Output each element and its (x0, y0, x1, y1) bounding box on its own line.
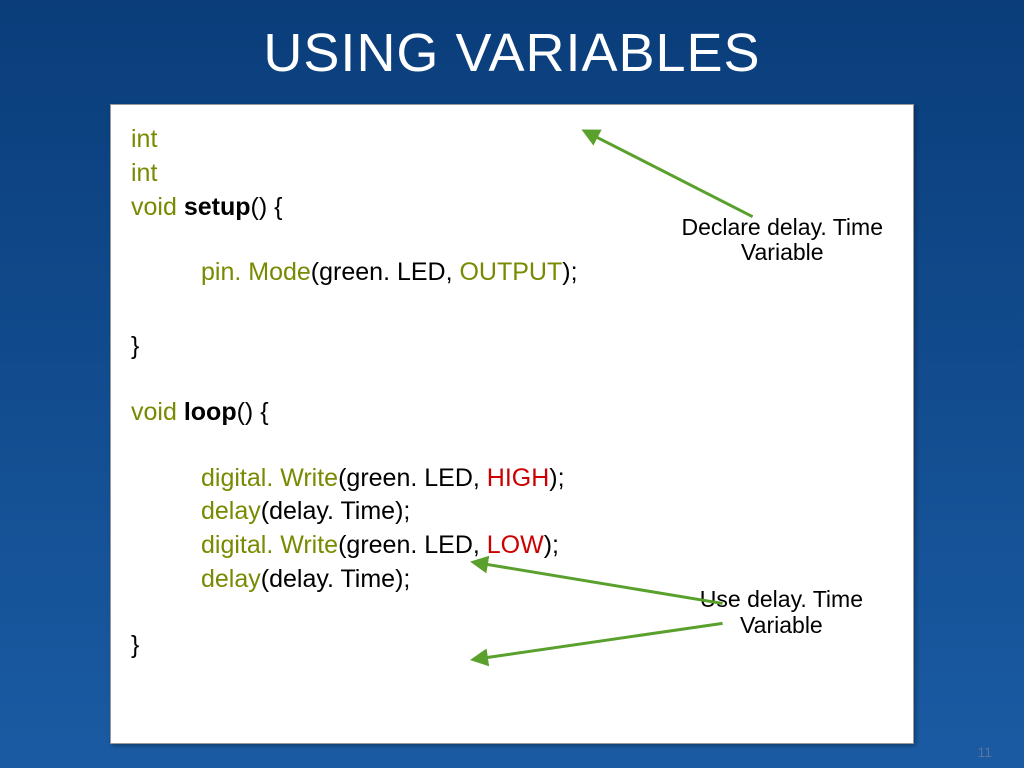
keyword-void: void (131, 398, 177, 426)
code-brace-close-1: } (131, 330, 893, 364)
arg-delaytime: (delay. Time); (261, 497, 411, 525)
close: ); (544, 531, 559, 559)
func-setup: setup (184, 193, 251, 221)
code-line-dw-high: digital. Write(green. LED, HIGH); (131, 462, 893, 496)
func-delay: delay (201, 565, 261, 593)
arg-greenled: (green. LED, (338, 531, 487, 559)
func-digitalwrite: digital. Write (201, 464, 338, 492)
arg-greenled: (green. LED, (311, 258, 460, 286)
close: ); (549, 464, 564, 492)
keyword-void: void (131, 193, 177, 221)
code-panel: int int void setup() { pin. Mode(green. … (110, 104, 914, 744)
func-delay: delay (201, 497, 261, 525)
code-line-2: int (131, 157, 893, 191)
close: ); (562, 258, 577, 286)
func-digitalwrite: digital. Write (201, 531, 338, 559)
keyword-int: int (131, 159, 157, 187)
func-loop: loop (184, 398, 237, 426)
annotation-use: Use delay. TimeVariable (700, 587, 863, 638)
arg-delaytime: (delay. Time); (261, 565, 411, 593)
code-line-dw-low: digital. Write(green. LED, LOW); (131, 529, 893, 563)
const-high: HIGH (487, 464, 550, 492)
parens: () { (251, 193, 283, 221)
annotation-declare: Declare delay. TimeVariable (681, 215, 883, 266)
keyword-int: int (131, 125, 157, 153)
page-number: 11 (977, 744, 992, 760)
code-line-delay-1: delay(delay. Time); (131, 495, 893, 529)
code-line-loop: void loop() { (131, 396, 893, 430)
brace: } (131, 332, 139, 360)
func-pinmode: pin. Mode (201, 258, 311, 286)
const-output: OUTPUT (459, 258, 562, 286)
const-low: LOW (487, 531, 544, 559)
brace: } (131, 631, 139, 659)
parens: () { (237, 398, 269, 426)
slide-title: USING VARIABLES (0, 0, 1024, 84)
arg-greenled: (green. LED, (338, 464, 487, 492)
code-line-1: int (131, 123, 893, 157)
